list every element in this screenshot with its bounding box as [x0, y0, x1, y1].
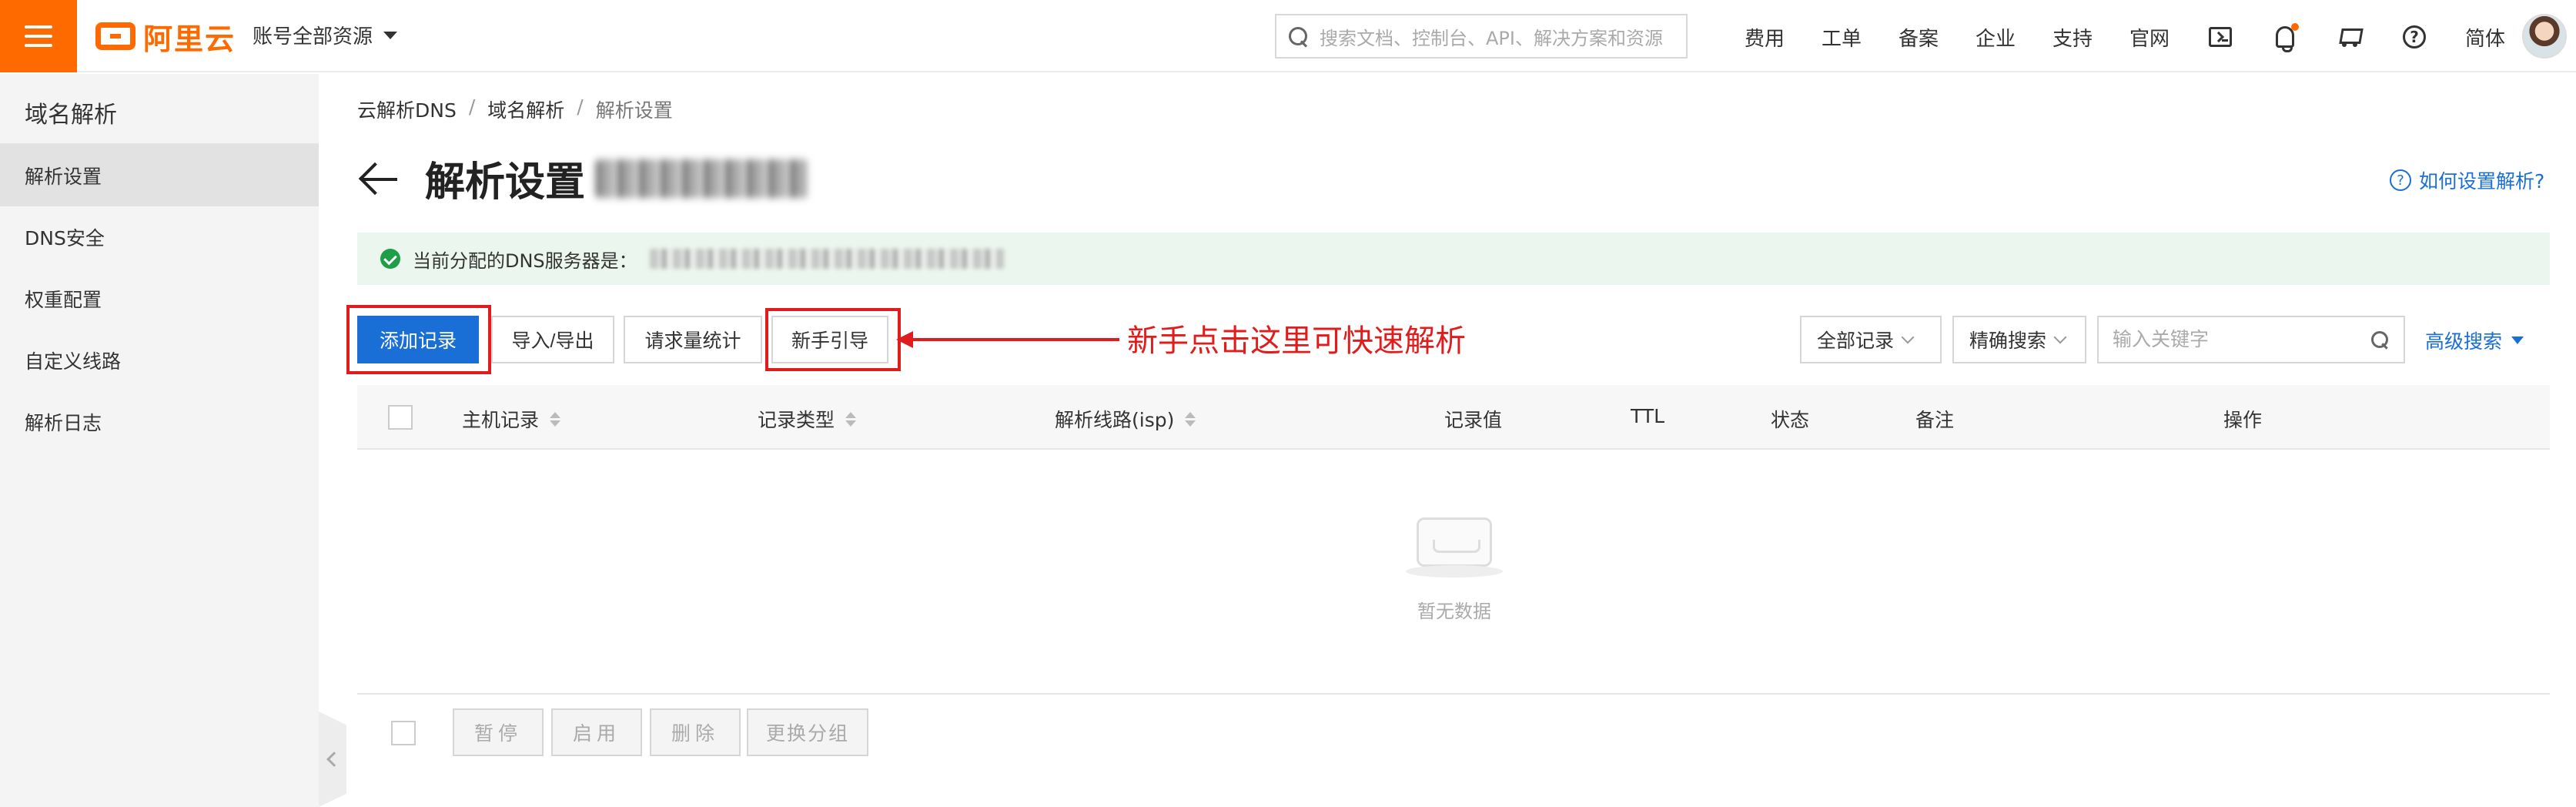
sidebar-item-dns-security[interactable]: DNS安全 [0, 206, 319, 268]
sidebar-item-dns-log[interactable]: 解析日志 [0, 391, 319, 453]
column-ttl: TTL [1631, 405, 1665, 427]
bell-icon[interactable] [2253, 22, 2317, 52]
sort-icon [550, 411, 561, 427]
pause-button[interactable]: 暂停 [453, 708, 544, 756]
highlight-box-guide [765, 308, 901, 371]
column-status: 状态 [1771, 409, 1810, 431]
search-placeholder: 搜索文档、控制台、API、解决方案和资源 [1320, 27, 1663, 49]
breadcrumb-domain-resolution[interactable]: 域名解析 [487, 95, 564, 123]
breadcrumb-separator: / [468, 95, 476, 118]
nav-tickets[interactable]: 工单 [1803, 23, 1880, 52]
global-search-input[interactable]: 搜索文档、控制台、API、解决方案和资源 [1275, 14, 1688, 59]
select-all-checkbox[interactable] [388, 405, 413, 430]
caret-down-icon [2511, 337, 2524, 344]
how-to-configure-label: 如何设置解析? [2419, 170, 2545, 193]
back-arrow-icon[interactable] [358, 162, 399, 197]
search-mode-select[interactable]: 精确搜索 [1952, 316, 2086, 363]
sidebar-item-dns-settings[interactable]: 解析设置 [0, 145, 319, 206]
column-record-value: 记录值 [1444, 409, 1503, 431]
notification-dot [2291, 23, 2299, 31]
search-mode-value: 精确搜索 [1969, 330, 2047, 352]
breadcrumb-current: 解析设置 [595, 99, 673, 122]
change-group-button[interactable]: 更换分组 [747, 708, 868, 756]
nav-icp-filing[interactable]: 备案 [1880, 23, 1957, 52]
column-resolution-line[interactable]: 解析线路(isp) [1055, 405, 1196, 433]
sidebar: 域名解析 解析设置 DNS安全 权重配置 自定义线路 解析日志 [0, 74, 319, 807]
column-actions: 操作 [2223, 409, 2263, 431]
chevron-down-icon [2053, 330, 2067, 344]
dns-server-notice: 当前分配的DNS服务器是： [357, 233, 2550, 285]
empty-state-text: 暂无数据 [1417, 601, 1491, 622]
aliyun-logo-icon [95, 22, 135, 50]
sidebar-item-custom-line[interactable]: 自定义线路 [0, 330, 319, 391]
annotation-arrow-head [896, 331, 913, 348]
blurred-dns-servers [649, 249, 1004, 269]
table-footer-divider [357, 693, 2550, 695]
column-record-type[interactable]: 记录类型 [758, 405, 857, 433]
enable-button[interactable]: 启用 [551, 708, 642, 756]
account-resource-dropdown[interactable]: 账号全部资源 [253, 21, 398, 49]
page-title: 解析设置 [425, 149, 809, 207]
search-icon[interactable] [2370, 330, 2390, 350]
sort-icon [845, 411, 857, 427]
top-nav: 费用 工单 备案 企业 支持 官网 ? 简体 [1726, 22, 2524, 52]
nav-enterprise[interactable]: 企业 [1957, 23, 2034, 52]
column-record-type-label: 记录类型 [758, 409, 835, 431]
column-host-record-label: 主机记录 [462, 409, 540, 431]
check-circle-icon [380, 249, 400, 269]
nav-fees[interactable]: 费用 [1726, 23, 1803, 52]
aliyun-logo[interactable]: 阿里云 [95, 18, 236, 56]
annotation-text: 新手点击这里可快速解析 [1127, 323, 1466, 359]
column-resolution-line-label: 解析线路(isp) [1055, 409, 1175, 431]
keyword-input[interactable] [2113, 328, 2359, 351]
blurred-domain-name [596, 159, 809, 198]
nav-official-site[interactable]: 官网 [2111, 23, 2188, 52]
sidebar-item-weight-config[interactable]: 权重配置 [0, 268, 319, 330]
search-icon [1287, 25, 1309, 47]
how-to-configure-link[interactable]: ? 如何设置解析? [2390, 166, 2544, 194]
column-host-record[interactable]: 主机记录 [462, 405, 561, 433]
logo-text: 阿里云 [143, 22, 236, 56]
dns-notice-text: 当前分配的DNS服务器是： [413, 249, 637, 272]
highlight-box-add-record [346, 305, 491, 374]
cart-icon[interactable] [2317, 22, 2382, 52]
sidebar-title: 域名解析 [25, 102, 117, 129]
help-icon[interactable]: ? [2382, 22, 2447, 52]
page-title-text: 解析设置 [425, 159, 586, 206]
terminal-icon[interactable] [2188, 22, 2253, 52]
sort-icon [1185, 411, 1196, 427]
advanced-search-label: 高级搜索 [2425, 330, 2503, 353]
delete-button[interactable]: 删除 [650, 708, 741, 756]
record-filter-select[interactable]: 全部记录 [1800, 316, 1942, 363]
breadcrumb-cloud-dns[interactable]: 云解析DNS [357, 95, 457, 123]
avatar[interactable] [2522, 14, 2567, 59]
chevron-down-icon [1901, 330, 1915, 344]
empty-inbox-icon [1406, 517, 1503, 579]
import-export-button[interactable]: 导入/导出 [491, 316, 614, 363]
column-remark: 备注 [1915, 409, 1955, 431]
top-bar: 阿里云 账号全部资源 搜索文档、控制台、API、解决方案和资源 费用 工单 备案… [0, 0, 2576, 72]
chevron-left-icon [326, 752, 342, 767]
record-filter-value: 全部记录 [1817, 330, 1895, 352]
keyword-search-field[interactable] [2097, 316, 2405, 363]
records-table-header: 主机记录 记录类型 解析线路(isp) 记录值 TTL 状态 备注 操作 [357, 385, 2550, 450]
sidebar-collapse-handle[interactable] [319, 712, 346, 807]
request-stats-button[interactable]: 请求量统计 [624, 316, 762, 363]
nav-support[interactable]: 支持 [2034, 23, 2111, 52]
annotation-arrow [899, 338, 1119, 341]
advanced-search-toggle[interactable]: 高级搜索 [2425, 326, 2524, 354]
question-circle-icon: ? [2390, 169, 2411, 191]
select-all-bottom-checkbox[interactable] [391, 721, 416, 745]
breadcrumb: 云解析DNS / 域名解析 / 解析设置 [357, 95, 673, 123]
breadcrumb-separator: / [577, 95, 584, 118]
menu-icon[interactable] [0, 0, 77, 72]
language-switch[interactable]: 简体 [2447, 23, 2524, 52]
account-label: 账号全部资源 [253, 25, 373, 49]
caret-down-icon [383, 31, 398, 39]
